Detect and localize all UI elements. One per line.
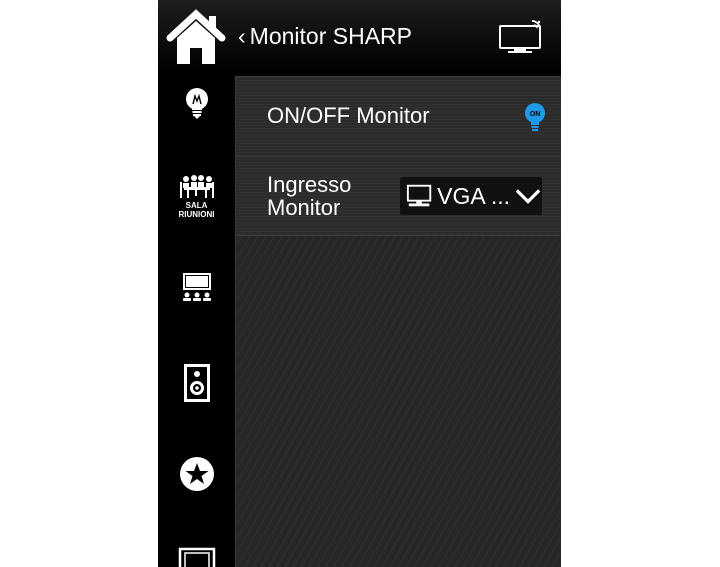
home-icon xyxy=(166,9,226,64)
page-title: Monitor SHARP xyxy=(249,22,412,49)
monitor-cast-icon xyxy=(499,20,541,53)
lightbulb-icon xyxy=(185,88,208,119)
input-row: Ingresso Monitor VGA ... xyxy=(236,156,561,236)
sidebar: SALA RIUNIONI xyxy=(158,76,235,567)
speaker-icon xyxy=(183,364,210,402)
home-button[interactable] xyxy=(164,8,228,68)
dropdown-selected-value: VGA ... xyxy=(437,182,510,209)
sidebar-item-frame[interactable] xyxy=(158,546,235,567)
app-window: ‹ Monitor SHARP SALA RIUNIONI ON/OFF Mon… xyxy=(158,0,561,567)
input-label: Ingresso Monitor xyxy=(267,172,352,220)
power-toggle[interactable]: ON xyxy=(523,102,547,134)
content-panel: ON/OFF Monitor ON Ingresso Monitor VGA .… xyxy=(235,76,561,567)
monitor-cast-button[interactable] xyxy=(498,18,546,56)
toggle-state-text: ON xyxy=(530,111,541,118)
input-source-dropdown[interactable]: VGA ... xyxy=(400,177,542,215)
conference-display-icon xyxy=(182,273,211,301)
back-link[interactable]: ‹ Monitor SHARP xyxy=(238,20,412,52)
frame-icon xyxy=(178,547,215,567)
sidebar-caption-line1: SALA xyxy=(185,201,208,210)
sidebar-item-display[interactable] xyxy=(158,272,235,302)
sidebar-caption-line2: RIUNIONI xyxy=(178,210,215,219)
sidebar-item-audio[interactable] xyxy=(158,362,235,404)
sidebar-item-meeting-room[interactable]: SALA RIUNIONI xyxy=(158,174,235,219)
sidebar-item-favorites[interactable] xyxy=(158,456,235,492)
power-label: ON/OFF Monitor xyxy=(267,103,430,128)
power-row: ON/OFF Monitor ON xyxy=(236,76,561,157)
star-icon xyxy=(179,457,214,491)
back-chevron-icon: ‹ xyxy=(238,22,246,49)
meeting-room-icon xyxy=(179,175,214,198)
bulb-on-icon: ON xyxy=(525,103,545,131)
sidebar-caption: SALA RIUNIONI xyxy=(179,201,215,219)
chevron-down-icon xyxy=(515,189,541,204)
header-bar: ‹ Monitor SHARP xyxy=(158,0,561,76)
monitor-icon xyxy=(406,184,432,207)
sidebar-item-lights[interactable] xyxy=(158,86,235,120)
